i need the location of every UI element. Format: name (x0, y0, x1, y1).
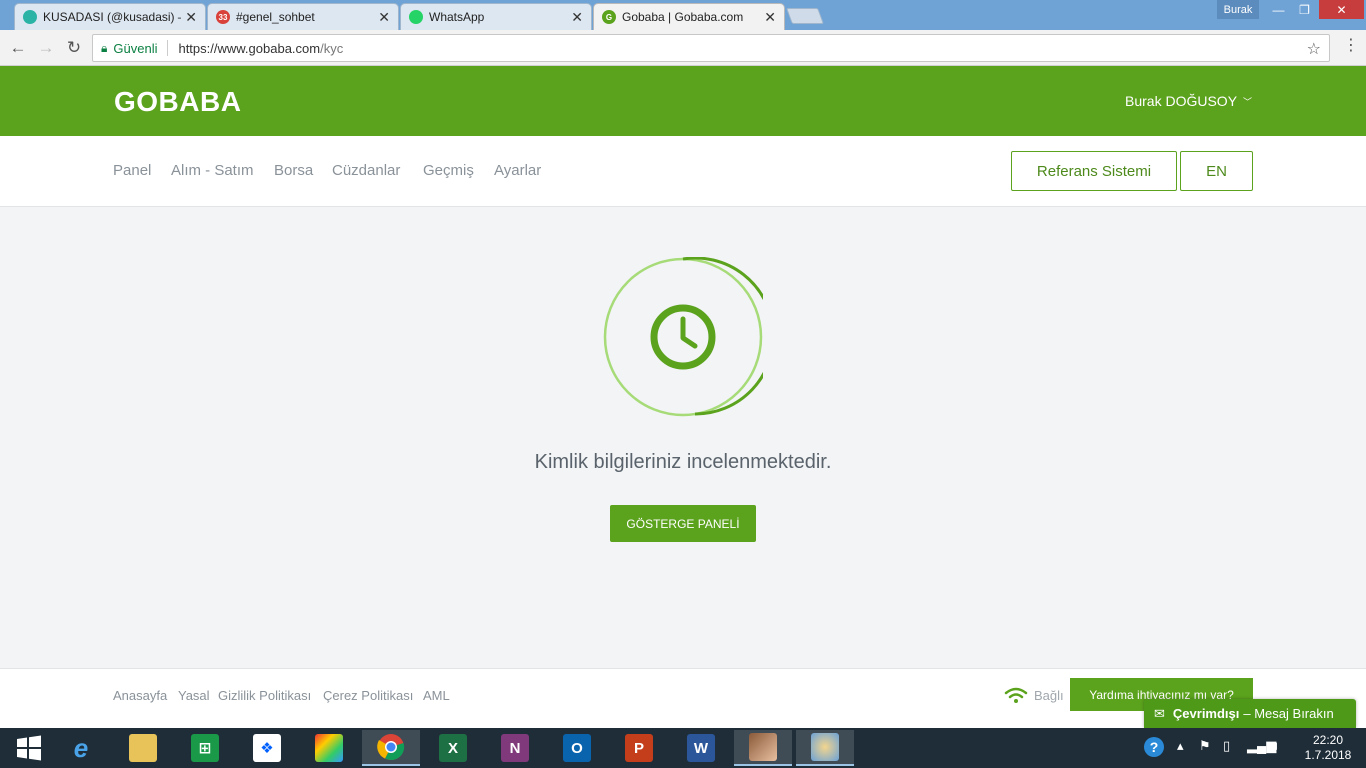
paint-icon[interactable] (796, 730, 854, 766)
close-icon[interactable]: ✕ (185, 9, 197, 26)
tab-title: KUSADASI (@kusadasi) – (43, 10, 182, 24)
footer-link-aml[interactable]: AML (423, 688, 450, 703)
address-toolbar: ← → ↻ 🔒︎ Güvenli https://www.gobaba.com … (0, 30, 1366, 66)
kyc-status-panel: Kimlik bilgileriniz incelenmektedir. GÖS… (0, 207, 1366, 668)
chevron-down-icon: ﹀ (1243, 96, 1253, 107)
kyc-status-text: Kimlik bilgileriniz incelenmektedir. (534, 451, 832, 473)
user-menu[interactable]: Burak DOĞUSOY ﹀ (1125, 93, 1252, 109)
user-name: Burak DOĞUSOY (1125, 93, 1238, 109)
browser-tab-bar: KUSADASI (@kusadasi) – ✕ 33 #genel_sohbe… (0, 0, 1366, 30)
outlook-icon[interactable]: O (548, 730, 606, 766)
connection-status: Bağlı (1004, 686, 1064, 704)
referral-button[interactable]: Referans Sistemi (1011, 151, 1177, 191)
site-logo[interactable]: GOBABA (114, 86, 241, 118)
reload-icon[interactable]: ↻ (62, 36, 86, 60)
clock-icon (650, 304, 716, 370)
url-bar[interactable]: 🔒︎ Güvenli https://www.gobaba.com /kyc ☆ (92, 34, 1330, 62)
main-navigation: Panel Alım - Satım Borsa Cüzdanlar Geçmi… (0, 136, 1366, 207)
tab-kusadasi[interactable]: KUSADASI (@kusadasi) – ✕ (14, 3, 206, 30)
url-host: https://www.gobaba.com (178, 40, 321, 56)
clock-date: 1.7.2018 (1304, 748, 1352, 762)
tab-title: #genel_sohbet (236, 10, 315, 24)
help-circle-icon[interactable]: ? (1143, 736, 1165, 761)
nav-item-panel[interactable]: Panel (113, 162, 151, 179)
window-close-icon[interactable]: ✕ (1319, 0, 1364, 19)
maximize-icon[interactable]: ❐ (1291, 0, 1318, 19)
powerpoint-icon[interactable]: P (610, 730, 668, 766)
tab-genel-sohbet[interactable]: 33 #genel_sohbet ✕ (207, 3, 399, 30)
site-header: GOBABA Burak DOĞUSOY ﹀ (0, 66, 1366, 136)
word-icon[interactable]: W (672, 730, 730, 766)
dashboard-button[interactable]: GÖSTERGE PANELİ (610, 505, 756, 542)
excel-icon[interactable]: X (424, 730, 482, 766)
tab-title: Gobaba | Gobaba.com (622, 10, 744, 24)
language-button[interactable]: EN (1180, 151, 1253, 191)
network-signal-icon[interactable]: ▂▄▆ (1247, 738, 1276, 754)
divider (167, 40, 169, 56)
volume-icon[interactable]: 🔈︎ (1273, 738, 1281, 754)
internet-explorer-icon[interactable]: e (52, 730, 110, 766)
bookmark-star-icon[interactable]: ☆ (1307, 39, 1321, 59)
windows-start-icon[interactable] (0, 730, 58, 766)
new-tab-button[interactable] (786, 8, 824, 24)
live-chat-widget[interactable]: ✉ Çevrimdışı – Mesaj Bırakın (1144, 699, 1356, 728)
chat-action: – Mesaj Bırakın (1243, 706, 1334, 721)
calendar-favicon-icon: 33 (216, 10, 230, 24)
system-clock[interactable]: 22:20 1.7.2018 (1302, 733, 1354, 763)
security-label: Güvenli (113, 40, 158, 56)
footer-link-cookies[interactable]: Çerez Politikası (323, 688, 413, 703)
url-path: /kyc (320, 40, 344, 56)
footer-link-privacy[interactable]: Gizlilik Politikası (218, 688, 311, 703)
svg-text:?: ? (1150, 739, 1159, 755)
connection-label: Bağlı (1034, 687, 1064, 703)
browser-menu-icon[interactable]: ⋮ (1343, 38, 1359, 54)
nav-item-trade[interactable]: Alım - Satım (171, 162, 254, 179)
footer-link-home[interactable]: Anasayfa (113, 688, 167, 703)
flag-icon[interactable]: ⚑ (1199, 738, 1211, 754)
nav-item-settings[interactable]: Ayarlar (494, 162, 541, 179)
footer-link-legal[interactable]: Yasal (178, 688, 210, 703)
chat-status: Çevrimdışı (1172, 706, 1240, 721)
lock-icon: 🔒︎ (101, 40, 108, 55)
window-user-badge[interactable]: Burak (1217, 0, 1259, 19)
battery-icon[interactable]: ▯ (1223, 738, 1230, 754)
store-icon[interactable]: ⊞ (176, 730, 234, 766)
wifi-icon (1004, 687, 1028, 703)
photo-app-icon[interactable] (300, 730, 358, 766)
gobaba-favicon-icon: G (602, 10, 616, 24)
onenote-icon[interactable]: N (486, 730, 544, 766)
whatsapp-favicon-icon (409, 10, 423, 24)
envelope-icon: ✉ (1154, 705, 1165, 721)
chrome-icon[interactable] (362, 730, 420, 766)
minimize-icon[interactable]: — (1265, 0, 1292, 19)
nav-item-wallets[interactable]: Cüzdanlar (332, 162, 400, 179)
dropbox-icon[interactable]: ❖ (238, 730, 296, 766)
game-icon[interactable] (734, 730, 792, 766)
forward-arrow-icon[interactable]: → (34, 36, 58, 60)
clock-time: 22:20 (1312, 733, 1344, 747)
nav-item-history[interactable]: Geçmiş (423, 162, 474, 179)
tab-title: WhatsApp (429, 10, 485, 24)
close-icon[interactable]: ✕ (764, 9, 776, 26)
file-explorer-icon[interactable] (114, 730, 172, 766)
kusadasi-favicon-icon (23, 10, 37, 24)
close-icon[interactable]: ✕ (378, 9, 390, 26)
tab-whatsapp[interactable]: WhatsApp ✕ (400, 3, 592, 30)
tray-expand-icon[interactable]: ▴ (1177, 738, 1184, 754)
nav-item-exchange[interactable]: Borsa (274, 162, 313, 179)
tab-gobaba[interactable]: G Gobaba | Gobaba.com ✕ (593, 3, 785, 30)
close-icon[interactable]: ✕ (571, 9, 583, 26)
windows-taskbar: e ⊞ ❖ X N O P W ? ▴ ⚑ ▯ ▂▄▆ 🔈︎ 22:20 1.7… (0, 728, 1366, 768)
back-arrow-icon[interactable]: ← (6, 36, 30, 60)
